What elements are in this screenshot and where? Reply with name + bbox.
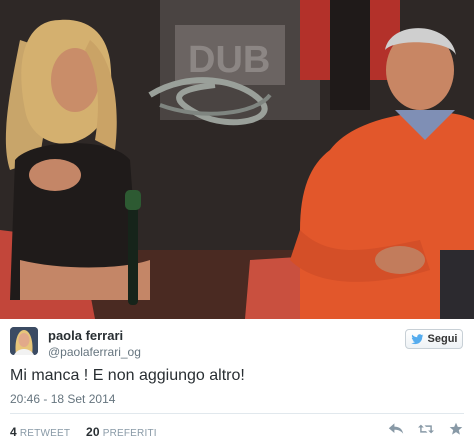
retweet-count: 4 xyxy=(10,425,17,439)
favorite-count: 20 xyxy=(85,425,100,439)
retweet-icon xyxy=(418,424,434,434)
tweet-text: Mi manca ! E non aggiungo altro! xyxy=(10,367,245,384)
reply-icon xyxy=(388,423,404,434)
follow-button[interactable]: Segui xyxy=(405,329,463,349)
retweet-button[interactable] xyxy=(418,422,434,436)
screen-name[interactable]: @paolaferrari_og xyxy=(48,345,141,359)
tweet-card: DUB paola ferrari @paolaferrari_og Segui… xyxy=(0,0,474,448)
divider xyxy=(10,413,464,414)
bird-icon xyxy=(410,333,424,344)
tweet-photo[interactable]: DUB xyxy=(0,0,474,319)
follow-label: Segui xyxy=(427,333,458,345)
favorite-label: PREFERITI xyxy=(102,428,157,439)
display-name[interactable]: paola ferrari xyxy=(48,328,123,343)
tweet-timestamp[interactable]: 20:46 - 18 Set 2014 xyxy=(10,392,115,406)
retweet-label: RETWEET xyxy=(19,428,70,439)
avatar-image xyxy=(10,327,38,355)
favorite-button[interactable] xyxy=(448,422,464,436)
reply-button[interactable] xyxy=(388,422,404,436)
retweet-stat[interactable]: 4 RETWEET xyxy=(10,425,73,439)
avatar[interactable] xyxy=(10,327,38,355)
star-icon xyxy=(449,422,463,435)
favorite-stat[interactable]: 20 PREFERITI xyxy=(85,425,157,439)
tweet-stats: 4 RETWEET 20 PREFERITI xyxy=(10,425,157,439)
svg-text:DUB: DUB xyxy=(188,39,270,81)
tweet-actions xyxy=(388,422,464,436)
photo-illustration: DUB xyxy=(0,0,474,319)
